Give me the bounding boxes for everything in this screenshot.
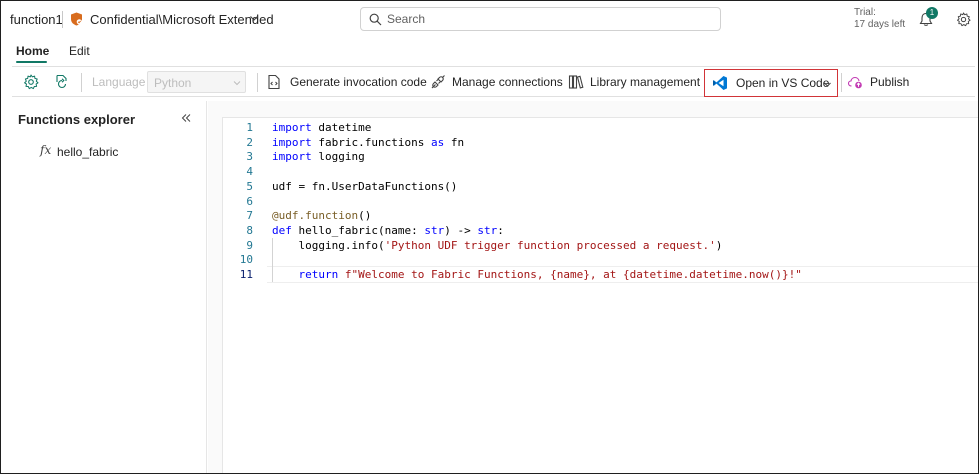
language-label: Language — [92, 75, 146, 89]
code-line[interactable]: 8 def hello_fabric(name: str) -> str: — [223, 223, 978, 238]
ribbon-toolbar: Language Python Generate invocation code… — [12, 66, 975, 97]
code-line[interactable]: 1 import datetime — [223, 120, 978, 135]
title-divider — [62, 11, 63, 28]
sensitivity-label[interactable]: Confidential\Microsoft Extended — [90, 12, 274, 27]
collapse-double-chevron-icon[interactable] — [181, 113, 191, 123]
code-line[interactable]: 5 udf = fn.UserDataFunctions() — [223, 179, 978, 194]
toolbar-divider — [257, 73, 258, 92]
line-number: 5 — [246, 179, 253, 193]
code-text: import datetime — [272, 121, 372, 134]
open-in-vscode-label: Open in VS Code — [736, 76, 830, 90]
line-number: 10 — [239, 253, 253, 267]
search-icon — [369, 13, 382, 26]
document-code-icon — [268, 74, 280, 90]
language-select[interactable]: Python — [147, 71, 246, 93]
tab-home[interactable]: Home — [16, 44, 49, 58]
line-number: 3 — [246, 150, 253, 164]
indent-guide — [272, 237, 273, 282]
vscode-logo-icon — [713, 76, 727, 90]
item-title[interactable]: function1 — [10, 12, 63, 27]
code-line[interactable]: 11 return f"Welcome to Fabric Functions,… — [223, 267, 978, 282]
trial-days-remaining: 17 days left — [854, 19, 906, 30]
code-text: logging.info('Python UDF trigger functio… — [272, 238, 723, 252]
functions-explorer-panel: Functions explorer fx hello_fabric — [12, 101, 207, 473]
app-window: function1 Confidential\Microsoft Extende… — [0, 0, 979, 474]
line-number: 9 — [246, 238, 253, 252]
publish-label: Publish — [870, 75, 910, 89]
line-number: 7 — [246, 209, 253, 223]
library-management-button[interactable]: Library management — [568, 67, 700, 96]
line-number: 6 — [246, 194, 253, 208]
chevron-down-icon[interactable] — [249, 13, 259, 23]
line-number: 1 — [246, 121, 253, 134]
code-line[interactable]: 3 import logging — [223, 149, 978, 164]
fx-icon: fx — [40, 143, 52, 157]
code-line[interactable]: 4 — [223, 164, 978, 179]
language-select-value: Python — [154, 76, 192, 90]
search-input[interactable] — [387, 11, 707, 27]
function-item-hello-fabric[interactable]: hello_fabric — [57, 145, 118, 159]
generate-invocation-code-button[interactable]: Generate invocation code — [266, 67, 427, 96]
line-number: 8 — [246, 223, 253, 237]
code-text: import fabric.functions as fn — [272, 135, 465, 149]
code-line[interactable]: 9 logging.info('Python UDF trigger funct… — [223, 238, 978, 253]
library-books-icon — [568, 75, 584, 89]
code-line[interactable]: 2 import fabric.functions as fn — [223, 135, 978, 150]
sensitivity-shield-icon[interactable] — [70, 12, 83, 26]
toolbar-divider — [841, 73, 842, 92]
code-text: udf = fn.UserDataFunctions() — [272, 179, 458, 193]
title-bar: function1 Confidential\Microsoft Extende… — [1, 1, 978, 37]
line-number: 11 — [239, 268, 253, 281]
code-text: @udf.function() — [272, 209, 372, 223]
manage-connections-label: Manage connections — [452, 75, 563, 89]
gear-icon[interactable] — [956, 12, 971, 27]
editor-area: 1 import datetime 2 import fabric.functions… — [208, 101, 978, 473]
plug-connection-icon — [431, 75, 445, 89]
code-line[interactable]: 6 — [223, 194, 978, 209]
line-number: 2 — [246, 135, 253, 149]
notification-badge: 1 — [926, 7, 938, 19]
toolbar-divider — [81, 73, 82, 92]
code-text: def hello_fabric(name: str) -> str: — [272, 223, 504, 237]
refresh-file-icon[interactable] — [53, 74, 69, 90]
code-line[interactable]: 7 @udf.function() — [223, 208, 978, 223]
search-box[interactable] — [360, 7, 721, 31]
cloud-publish-icon — [847, 76, 862, 89]
code-text: import logging — [272, 150, 365, 164]
code-editor[interactable]: 1 import datetime 2 import fabric.functions… — [222, 117, 978, 473]
chevron-down-icon — [233, 81, 241, 86]
code-text: return f"Welcome to Fabric Functions, {n… — [298, 268, 802, 281]
publish-button[interactable]: Publish — [847, 67, 917, 96]
chevron-down-icon — [824, 82, 831, 87]
open-in-vscode-button[interactable]: Open in VS Code — [704, 69, 838, 97]
manage-connections-button[interactable]: Manage connections — [430, 67, 563, 96]
trial-label: Trial: — [854, 7, 876, 18]
functions-explorer-title: Functions explorer — [18, 112, 136, 127]
line-number: 4 — [246, 165, 253, 179]
tab-home-selected-indicator — [16, 61, 47, 63]
library-management-label: Library management — [590, 75, 701, 89]
generate-invocation-code-label: Generate invocation code — [290, 75, 427, 89]
tab-edit[interactable]: Edit — [69, 44, 90, 58]
settings-gear-icon[interactable] — [23, 74, 39, 90]
